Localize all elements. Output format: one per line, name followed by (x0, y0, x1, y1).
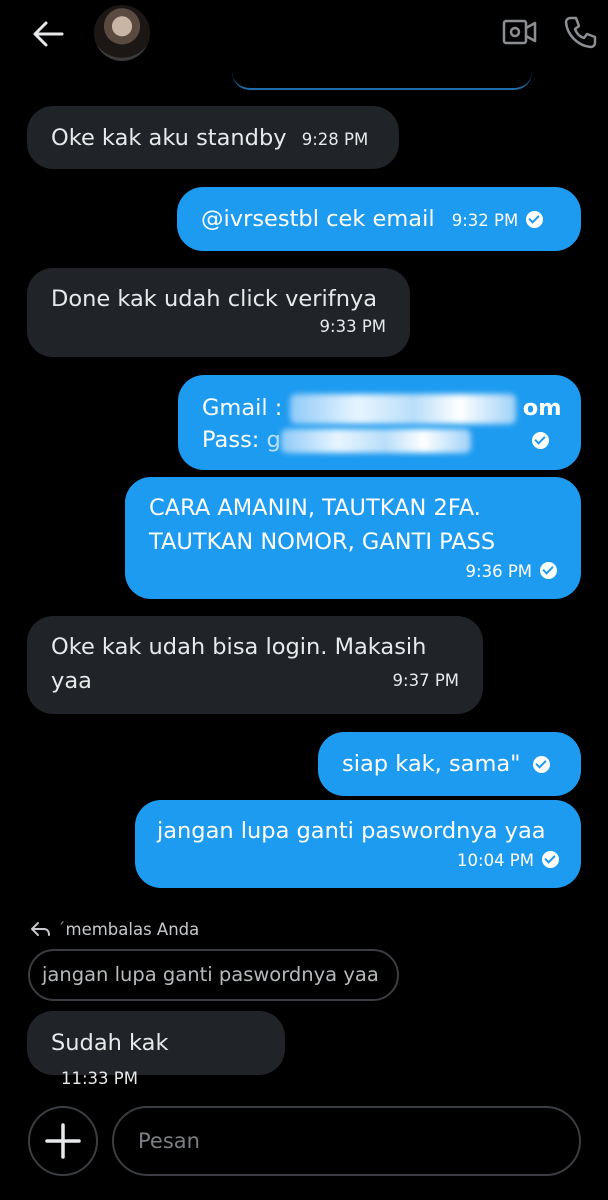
reply-label-text: membalas Anda (65, 920, 200, 939)
message-time: 9:33 PM (319, 317, 386, 336)
message-text: Done kak udah click verifnya (51, 286, 378, 312)
message-line: TAUTKAN NOMOR, GANTI PASS (149, 529, 496, 555)
quoted-message[interactable]: jangan lupa ganti paswordnya yaa (28, 949, 399, 1001)
avatar[interactable] (94, 5, 150, 61)
gmail-label: Gmail : (202, 395, 283, 421)
read-receipt-icon (526, 211, 544, 228)
message-time: 9:32 PM (451, 211, 519, 230)
reply-arrow-icon (31, 922, 50, 936)
chat-header (0, 0, 608, 72)
message-input[interactable] (112, 1106, 581, 1176)
back-button[interactable] (28, 16, 68, 52)
message-time: 9:36 PM (465, 562, 532, 581)
message-bubble-outgoing[interactable]: CARA AMANIN, TAUTKAN 2FA. TAUTKAN NOMOR,… (125, 477, 581, 599)
message-line: Oke kak udah bisa login. Makasih (51, 634, 427, 660)
message-text: Oke kak aku standby (51, 125, 287, 151)
read-receipt-icon (542, 851, 559, 868)
pass-partial: g (266, 427, 281, 453)
message-text: siap kak, sama" (342, 751, 521, 777)
message-bubble-incoming[interactable]: Oke kak aku standby 9:28 PM (27, 106, 399, 169)
message-bubble-outgoing[interactable]: siap kak, sama" (318, 732, 581, 796)
message-bubble-outgoing[interactable]: jangan lupa ganti paswordnya yaa 10:04 P… (135, 800, 581, 888)
email-tail: om (522, 395, 562, 421)
phone-icon (564, 16, 597, 49)
phone-call-button[interactable] (560, 12, 600, 52)
message-time: 9:37 PM (392, 671, 459, 690)
redacted-email (289, 393, 516, 424)
message-text: Sudah kak (51, 1030, 169, 1056)
message-bubble-outgoing[interactable]: @ivrsestbl cek email 9:32 PM (177, 187, 581, 251)
pass-label: Pass: (202, 427, 260, 453)
message-line: CARA AMANIN, TAUTKAN 2FA. (149, 495, 481, 521)
read-receipt-icon (540, 562, 557, 579)
read-receipt-icon (532, 756, 550, 773)
previous-message-edge (232, 70, 532, 90)
message-bubble-incoming[interactable]: Oke kak udah bisa login. Makasih yaa 9:3… (27, 616, 483, 714)
message-text: cek email (326, 206, 435, 232)
message-bubble-incoming[interactable]: Sudah kak 11:33 PM (27, 1011, 285, 1088)
redacted-password (280, 428, 471, 453)
arrow-left-icon (33, 21, 64, 47)
message-time: 11:33 PM (61, 1069, 138, 1088)
message-time: 10:04 PM (457, 851, 534, 870)
plus-icon (45, 1123, 81, 1159)
video-call-icon (502, 19, 537, 45)
reply-context-label: ´membalas Anda (30, 920, 199, 939)
message-bubble-incoming[interactable]: Done kak udah click verifnya 9:33 PM (27, 268, 410, 357)
message-text: jangan lupa ganti paswordnya yaa (157, 818, 546, 844)
message-time: 9:28 PM (301, 130, 369, 149)
message-line: yaa (51, 668, 92, 694)
video-call-button[interactable] (500, 14, 540, 50)
read-receipt-icon (531, 432, 549, 449)
mention-link[interactable]: @ivrsestbl (201, 206, 319, 232)
add-attachment-button[interactable] (28, 1106, 98, 1176)
message-bubble-outgoing[interactable]: Gmail : om Pass: g (178, 375, 581, 470)
